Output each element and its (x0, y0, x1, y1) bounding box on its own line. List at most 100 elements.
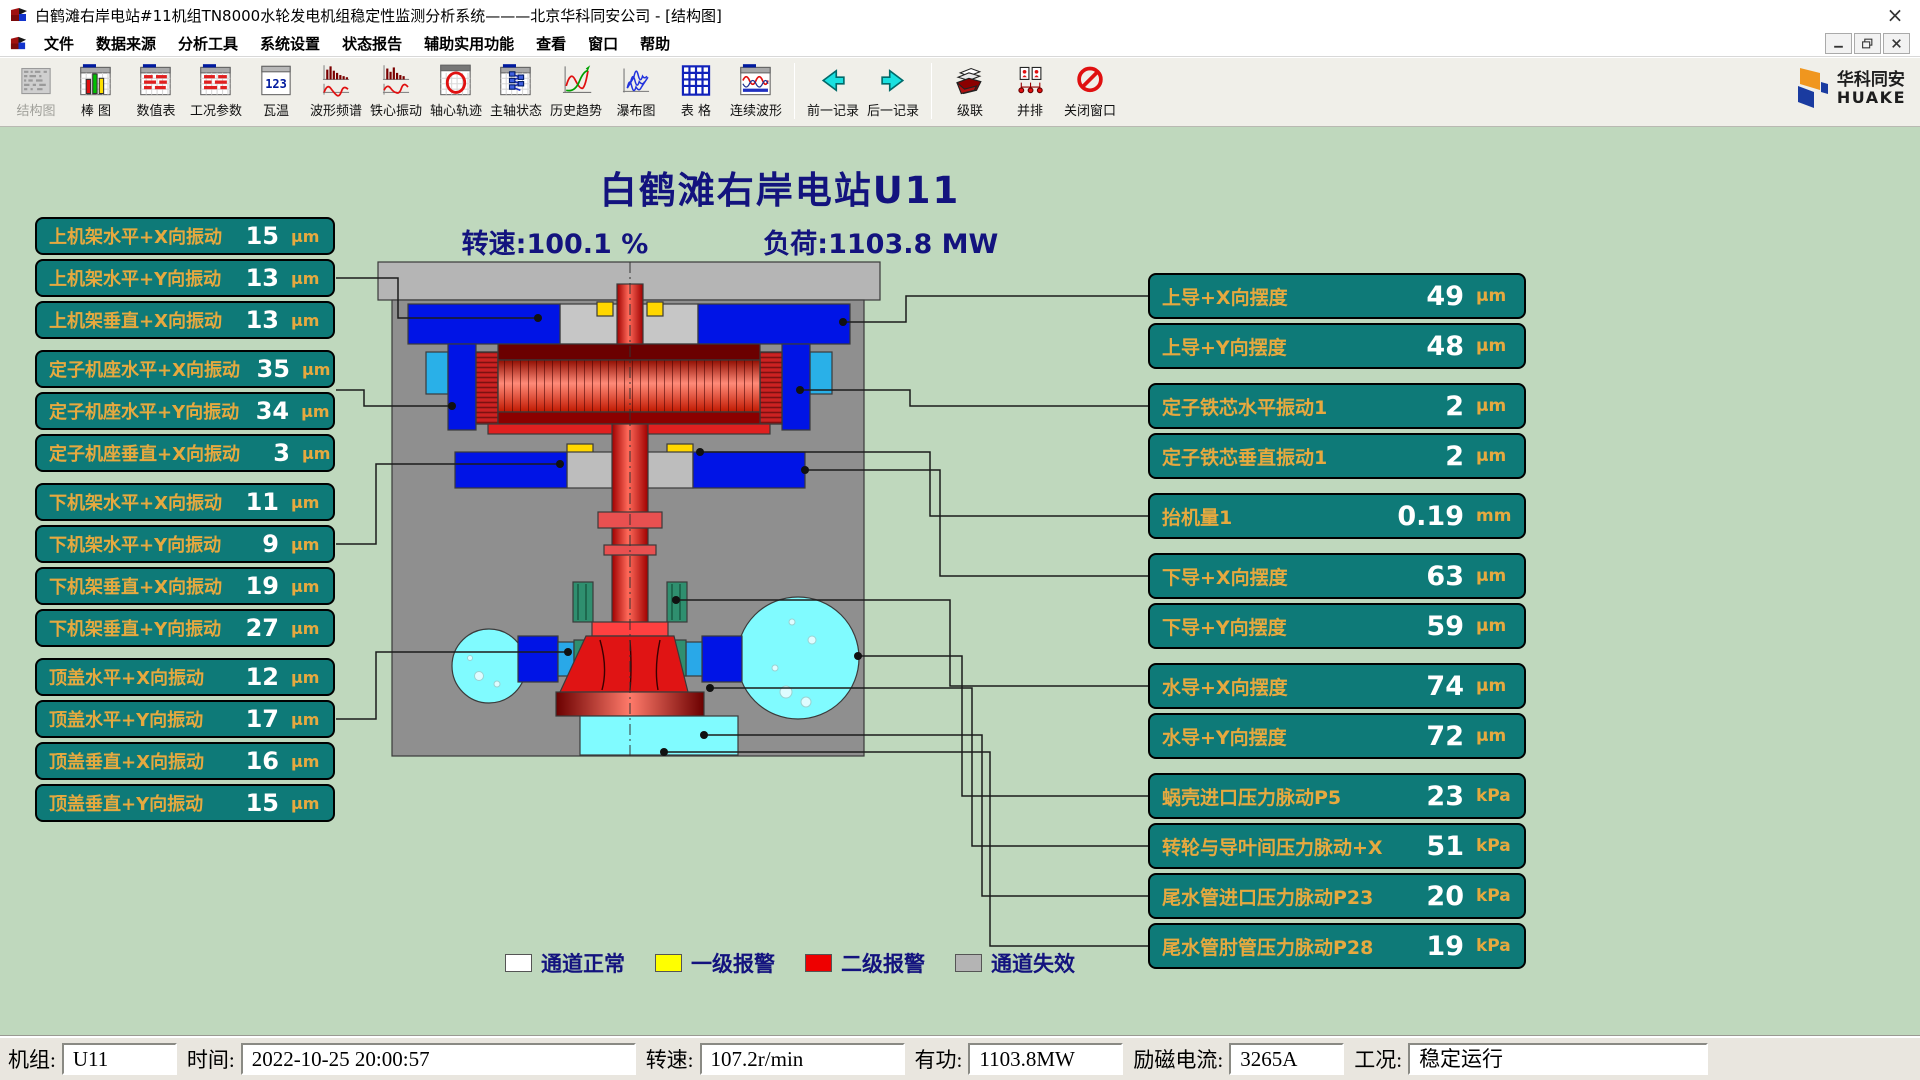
measurement-panel[interactable]: 下机架垂直+X向振动 19 μm (35, 567, 335, 605)
measurement-panel[interactable]: 抬机量1 0.19 mm (1148, 493, 1526, 539)
toolbar-button-history-trend[interactable]: 历史趋势 (546, 61, 606, 120)
measurement-label: 下机架垂直+Y向振动 (49, 615, 229, 641)
measurement-unit: μm (291, 493, 325, 512)
title-bar: 白鹤滩右岸电站#11机组TN8000水轮发电机组稳定性监测分析系统———北京华科… (0, 0, 1920, 30)
toolbar-button-core-vibration[interactable]: 铁心振动 (366, 61, 426, 120)
waterfall-plot-icon (617, 62, 655, 99)
structure-diagram-icon (17, 62, 55, 99)
measurement-panel[interactable]: 水导+X向摆度 74 μm (1148, 663, 1526, 709)
toolbar-button-continuous-waveform[interactable]: 连续波形 (726, 61, 786, 120)
toolbar-button-label: 瓦温 (263, 100, 289, 119)
legend-label: 通道失效 (991, 948, 1075, 978)
menu-item[interactable]: 状态报告 (331, 31, 413, 56)
menu-item[interactable]: 数据来源 (85, 31, 167, 56)
measurement-panel[interactable]: 上机架水平+X向振动 15 μm (35, 217, 335, 255)
brand-name-cn: 华科同安 (1837, 72, 1906, 90)
toolbar-button-tile-windows[interactable]: 并排 (1000, 61, 1060, 120)
measurement-panel[interactable]: 定子铁芯水平振动1 2 μm (1148, 383, 1526, 429)
window-close-icon[interactable]: × (1880, 3, 1910, 27)
measurement-panel[interactable]: 蜗壳进口压力脉动P5 23 kPa (1148, 773, 1526, 819)
toolbar-button-next-record[interactable]: 后一记录 (863, 61, 923, 120)
measurement-panel[interactable]: 下机架垂直+Y向振动 27 μm (35, 609, 335, 647)
brand-name-en: HUAKE (1837, 90, 1906, 107)
measurement-panel[interactable]: 定子机座水平+X向振动 35 μm (35, 350, 335, 388)
status-field-label: 励磁电流: (1129, 1044, 1229, 1074)
toolbar-button-waterfall-plot[interactable]: 瀑布图 (606, 61, 666, 120)
legend-label: 通道正常 (541, 948, 625, 978)
toolbar-button-structure-diagram: 结构图 (6, 61, 66, 120)
menu-item[interactable]: 分析工具 (167, 31, 249, 56)
menu-item[interactable]: 帮助 (629, 31, 681, 56)
status-field-value: 稳定运行 (1408, 1043, 1708, 1075)
toolbar-separator (931, 63, 932, 119)
toolbar-button-data-table[interactable]: 表 格 (666, 61, 726, 120)
condition-params-icon (197, 62, 235, 99)
toolbar-button-numeric-table[interactable]: 数值表 (126, 61, 186, 120)
close-window-icon (1071, 62, 1109, 99)
measurement-unit: μm (291, 619, 325, 638)
toolbar-button-bar-chart[interactable]: 棒 图 (66, 61, 126, 120)
toolbar-button-condition-params[interactable]: 工况参数 (186, 61, 246, 120)
toolbar: 结构图 棒 图 数值表 工况参数 123 瓦温 波形频谱 铁心振动 轴心轨迹 主… (0, 57, 1920, 127)
status-field: 时间: 2022-10-25 20:00:57 (183, 1043, 636, 1075)
toolbar-button-label: 主轴状态 (490, 100, 542, 119)
measurement-panel[interactable]: 顶盖垂直+X向振动 16 μm (35, 742, 335, 780)
core-vibration-icon (377, 62, 415, 99)
measurement-panel[interactable]: 上导+Y向摆度 48 μm (1148, 323, 1526, 369)
panel-group: 上导+X向摆度 49 μm 上导+Y向摆度 48 μm (1148, 273, 1526, 369)
toolbar-button-prev-record[interactable]: 前一记录 (803, 61, 863, 120)
measurement-panel[interactable]: 定子机座垂直+X向振动 3 μm (35, 434, 335, 472)
toolbar-button-pad-temperature[interactable]: 123 瓦温 (246, 61, 306, 120)
measurement-panel[interactable]: 尾水管肘管压力脉动P28 19 kPa (1148, 923, 1526, 969)
measurement-panel[interactable]: 水导+Y向摆度 72 μm (1148, 713, 1526, 759)
toolbar-button-shaft-status[interactable]: 主轴状态 (486, 61, 546, 120)
measurement-panel[interactable]: 下导+Y向摆度 59 μm (1148, 603, 1526, 649)
measurement-value: 13 (229, 306, 279, 334)
toolbar-button-cascade-windows[interactable]: 级联 (940, 61, 1000, 120)
measurement-panel[interactable]: 顶盖水平+Y向振动 17 μm (35, 700, 335, 738)
measurement-label: 定子机座水平+X向振动 (49, 356, 240, 382)
legend-item: 通道失效 (955, 948, 1075, 978)
measurement-value: 74 (1406, 671, 1464, 702)
toolbar-button-waveform-spectrum[interactable]: 波形频谱 (306, 61, 366, 120)
measurement-panel[interactable]: 上机架水平+Y向振动 13 μm (35, 259, 335, 297)
measurement-panel[interactable]: 下机架水平+X向振动 11 μm (35, 483, 335, 521)
measurement-panel[interactable]: 顶盖水平+X向振动 12 μm (35, 658, 335, 696)
measurement-panel[interactable]: 尾水管进口压力脉动P23 20 kPa (1148, 873, 1526, 919)
left-panel-column: 上机架水平+X向振动 15 μm 上机架水平+Y向振动 13 μm 上机架垂直+… (35, 217, 335, 822)
toolbar-button-label: 轴心轨迹 (430, 100, 482, 119)
toolbar-button-shaft-orbit[interactable]: 轴心轨迹 (426, 61, 486, 120)
measurement-panel[interactable]: 定子铁芯垂直振动1 2 μm (1148, 433, 1526, 479)
toolbar-button-label: 结构图 (16, 100, 55, 119)
toolbar-button-close-window[interactable]: 关闭窗口 (1060, 61, 1120, 120)
panel-group: 蜗壳进口压力脉动P5 23 kPa 转轮与导叶间压力脉动+X 51 kPa 尾水… (1148, 773, 1526, 969)
measurement-value: 23 (1406, 781, 1464, 812)
menu-item[interactable]: 系统设置 (249, 31, 331, 56)
measurement-panel[interactable]: 上导+X向摆度 49 μm (1148, 273, 1526, 319)
menu-item[interactable]: 文件 (33, 31, 85, 56)
measurement-panel[interactable]: 下机架水平+Y向振动 9 μm (35, 525, 335, 563)
measurement-value: 15 (229, 789, 279, 817)
measurement-unit: μm (1476, 676, 1516, 696)
close-icon[interactable] (1883, 33, 1910, 54)
menu-item[interactable]: 查看 (525, 31, 577, 56)
measurement-panel[interactable]: 定子机座水平+Y向振动 34 μm (35, 392, 335, 430)
next-record-icon (874, 62, 912, 99)
measurement-label: 下导+X向摆度 (1162, 563, 1406, 590)
measurement-panel[interactable]: 上机架垂直+X向振动 13 μm (35, 301, 335, 339)
measurement-label: 水导+X向摆度 (1162, 673, 1406, 700)
measurement-value: 72 (1406, 721, 1464, 752)
measurement-panel[interactable]: 下导+X向摆度 63 μm (1148, 553, 1526, 599)
measurement-unit: μm (1476, 616, 1516, 636)
restore-icon[interactable] (1854, 33, 1881, 54)
measurement-unit: μm (291, 794, 325, 813)
minimize-icon[interactable] (1825, 33, 1852, 54)
menu-item[interactable]: 辅助实用功能 (413, 31, 525, 56)
measurement-unit: μm (291, 269, 325, 288)
toolbar-button-label: 并排 (1017, 100, 1043, 119)
menu-item[interactable]: 窗口 (577, 31, 629, 56)
measurement-label: 顶盖垂直+Y向振动 (49, 790, 229, 816)
measurement-panel[interactable]: 顶盖垂直+Y向振动 15 μm (35, 784, 335, 822)
measurement-panel[interactable]: 转轮与导叶间压力脉动+X 51 kPa (1148, 823, 1526, 869)
menu-items: 文件数据来源分析工具系统设置状态报告辅助实用功能查看窗口帮助 (33, 31, 681, 56)
